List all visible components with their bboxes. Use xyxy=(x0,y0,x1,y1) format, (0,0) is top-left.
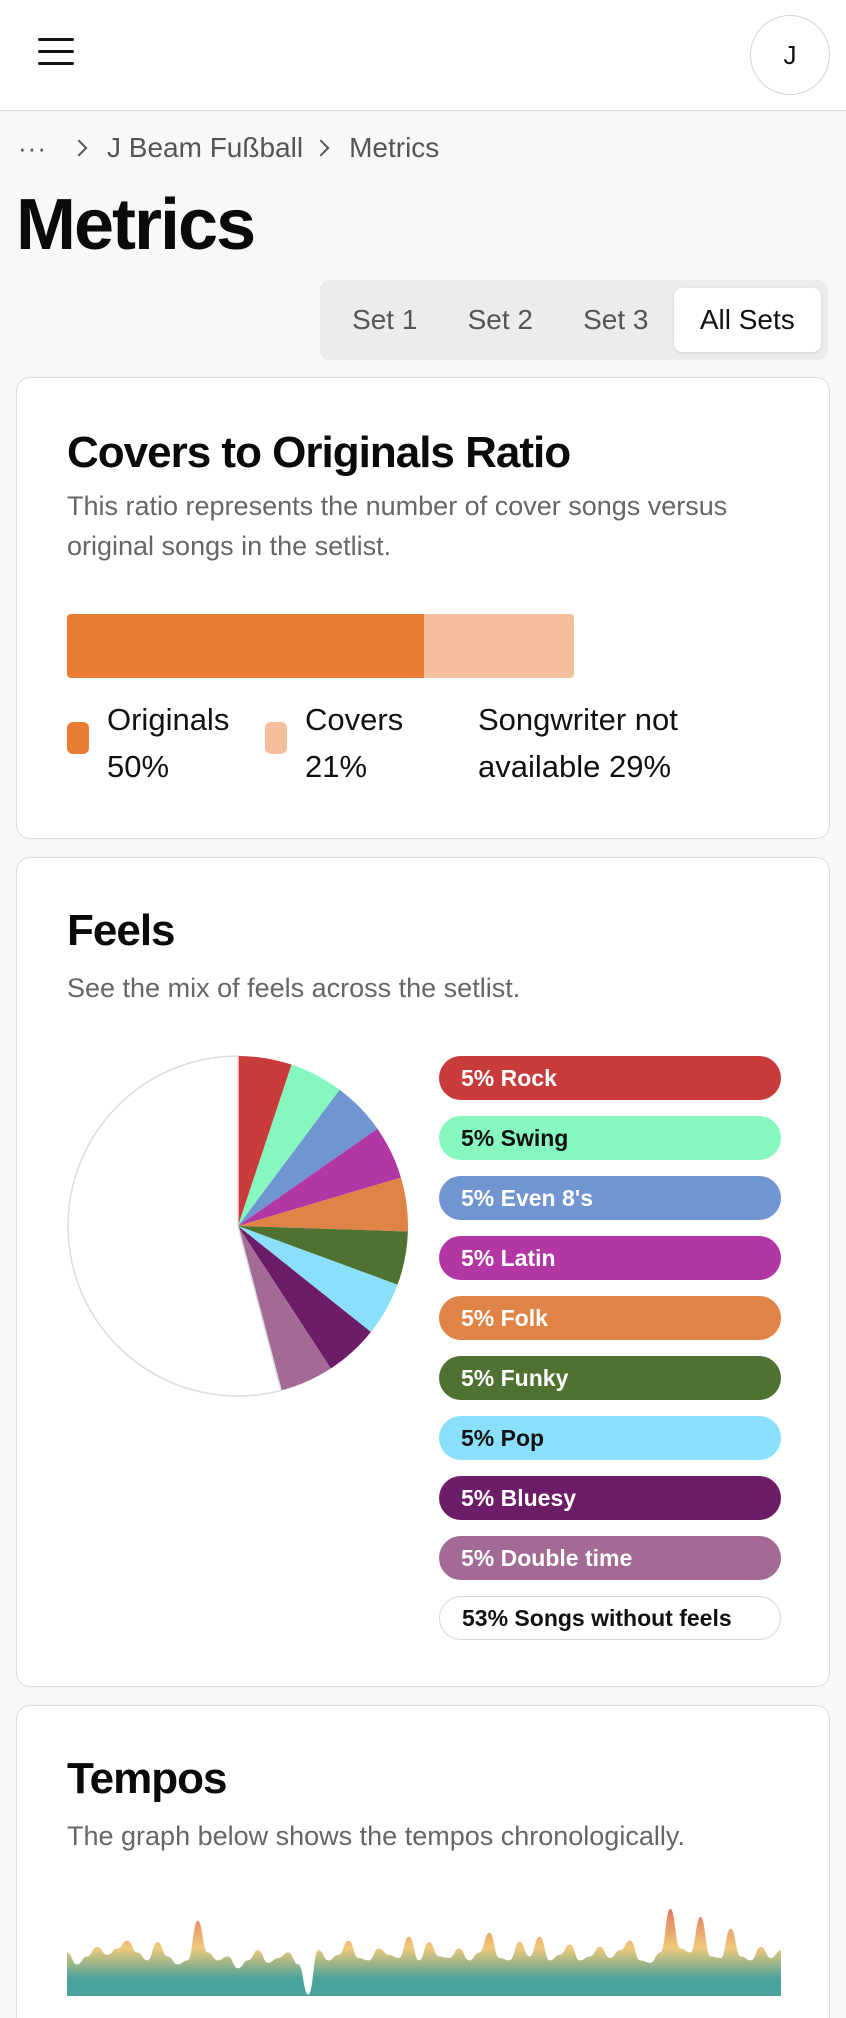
feel-pill-3[interactable]: 5% Latin xyxy=(439,1236,781,1280)
ratio-bar xyxy=(67,614,574,678)
ratio-card-title: Covers to Originals Ratio xyxy=(67,428,571,477)
menu-icon[interactable] xyxy=(38,38,74,68)
tab-set-3[interactable]: Set 3 xyxy=(558,288,674,352)
legend-label: Covers xyxy=(305,702,404,737)
feels-card-description: See the mix of feels across the setlist. xyxy=(67,973,521,1003)
legend-covers: Covers 21% xyxy=(265,696,403,790)
page-title: Metrics xyxy=(16,185,256,265)
tempos-card: Tempos The graph below shows the tempos … xyxy=(16,1705,830,2018)
feel-pill-9[interactable]: 53% Songs without feels xyxy=(439,1596,781,1640)
breadcrumb-item-metrics: Metrics xyxy=(349,132,440,163)
ratio-segment-covers xyxy=(424,614,574,678)
feel-pill-2[interactable]: 5% Even 8's xyxy=(439,1176,781,1220)
legend-value: 50% xyxy=(107,749,170,784)
avatar[interactable]: J xyxy=(750,15,830,95)
feels-pie-svg xyxy=(67,1055,408,1397)
ratio-card-description: This ratio represents the number of cove… xyxy=(67,491,728,561)
tempo-area xyxy=(67,1908,781,1996)
chevron-right-icon xyxy=(312,139,330,157)
tempos-card-description: The graph below shows the tempos chronol… xyxy=(67,1821,685,1851)
legend-label: Originals xyxy=(107,702,230,737)
tab-set-1[interactable]: Set 1 xyxy=(327,288,443,352)
breadcrumb-ellipsis[interactable]: ··· xyxy=(18,133,47,164)
tempo-area-chart xyxy=(67,1908,781,1996)
chevron-right-icon xyxy=(70,139,88,157)
tab-set-2[interactable]: Set 2 xyxy=(443,288,559,352)
feels-pie-chart xyxy=(65,1053,411,1399)
legend-swatch-originals xyxy=(67,722,89,754)
feel-pill-0[interactable]: 5% Rock xyxy=(439,1056,781,1100)
set-tabs: Set 1 Set 2 Set 3 All Sets xyxy=(320,280,828,360)
feel-pill-6[interactable]: 5% Pop xyxy=(439,1416,781,1460)
feels-card-title: Feels xyxy=(67,906,176,955)
feel-pill-7[interactable]: 5% Bluesy xyxy=(439,1476,781,1520)
legend-originals: Originals 50% xyxy=(67,696,229,790)
ratio-segment-originals xyxy=(67,614,424,678)
feel-pill-1[interactable]: 5% Swing xyxy=(439,1116,781,1160)
feels-card: Feels See the mix of feels across the se… xyxy=(16,857,830,1687)
legend-songwriter-na: Songwriter not available 29% xyxy=(478,696,678,790)
legend-label: Songwriter not xyxy=(478,702,678,737)
feel-pill-5[interactable]: 5% Funky xyxy=(439,1356,781,1400)
tempos-card-title: Tempos xyxy=(67,1754,227,1803)
feel-pill-4[interactable]: 5% Folk xyxy=(439,1296,781,1340)
tab-all-sets[interactable]: All Sets xyxy=(673,288,821,352)
breadcrumb: ··· J Beam Fußball Metrics xyxy=(18,128,439,168)
breadcrumb-item-band[interactable]: J Beam Fußball xyxy=(107,132,303,164)
feel-pill-8[interactable]: 5% Double time xyxy=(439,1536,781,1580)
ratio-card: Covers to Originals Ratio This ratio rep… xyxy=(16,377,830,839)
legend-value: available 29% xyxy=(478,749,672,784)
legend-value: 21% xyxy=(305,749,368,784)
legend-swatch-covers xyxy=(265,722,287,754)
top-bar: J xyxy=(0,0,846,111)
